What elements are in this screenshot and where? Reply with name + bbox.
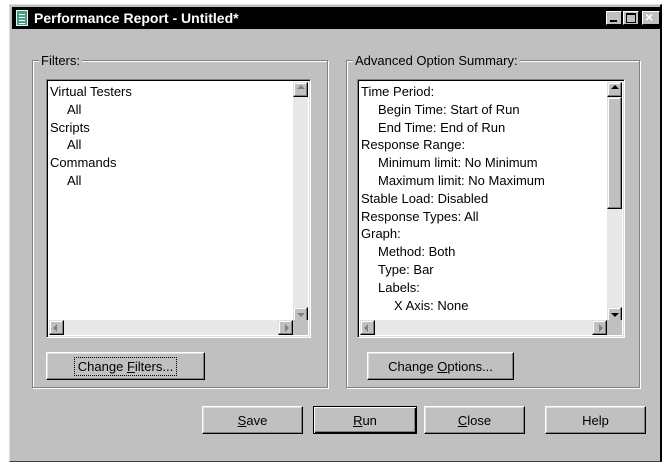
advanced-option-summary-label: Advanced Option Summary:	[353, 53, 520, 68]
scroll-up-icon	[297, 85, 305, 89]
filters-label: Filters:	[39, 53, 82, 68]
save-label: Save	[237, 412, 268, 428]
scroll-up-icon	[611, 85, 619, 89]
list-item: All	[67, 172, 82, 188]
scroll-left-icon	[364, 324, 368, 332]
filters-vertical-scrollbar[interactable]	[293, 82, 308, 322]
run-button[interactable]: Run	[313, 406, 417, 434]
change-filters-label: Change Filters...	[73, 356, 178, 376]
list-item: All	[67, 101, 82, 117]
list-item: Minimum limit: No Minimum	[378, 155, 538, 171]
maximize-button[interactable]	[623, 11, 639, 25]
title-bar[interactable]: Performance Report - Untitled* ×	[12, 7, 660, 29]
filters-scroll-right-button[interactable]	[278, 320, 293, 335]
summary-scroll-thumb[interactable]	[607, 97, 622, 209]
filters-horizontal-scrollbar[interactable]	[49, 320, 293, 335]
filters-listbox[interactable]: Virtual Testers All Scripts All Commands All	[46, 79, 311, 338]
list-item: Virtual Testers	[50, 84, 132, 99]
filters-scroll-corner	[293, 320, 308, 335]
list-item: Maximum limit: No Maximum	[378, 172, 545, 188]
close-icon: ×	[645, 9, 654, 25]
list-item: All	[67, 137, 82, 153]
summary-scroll-right-button[interactable]	[592, 320, 607, 335]
list-item: Graph:	[361, 226, 401, 242]
list-item: End Time: End of Run	[378, 119, 506, 135]
summary-scroll-corner	[607, 320, 622, 335]
list-item: Commands	[50, 155, 117, 171]
minimize-button[interactable]	[606, 11, 622, 25]
list-item: Response Range:	[361, 137, 466, 153]
list-item: Begin Time: Start of Run	[378, 101, 520, 117]
close-button[interactable]: Close	[424, 406, 525, 434]
summary-scroll-up-button[interactable]	[607, 82, 622, 97]
change-options-button[interactable]: Change Options...	[367, 352, 514, 380]
list-item: Method: Both	[378, 244, 456, 260]
change-options-label: Change Options...	[388, 358, 493, 374]
list-item: Response Types: All	[361, 208, 479, 224]
advanced-option-summary-group: Advanced Option Summary: Time Period: Beg…	[346, 53, 640, 388]
filters-scroll-up-button[interactable]	[293, 82, 308, 97]
list-item: Time Period:	[361, 84, 435, 99]
scroll-down-icon	[297, 313, 305, 317]
summary-vertical-scrollbar[interactable]	[607, 82, 622, 322]
filters-scroll-left-button[interactable]	[49, 320, 64, 335]
filters-list: Virtual Testers All Scripts All Commands All	[50, 83, 132, 190]
list-item: Stable Load: Disabled	[361, 190, 489, 206]
window-title: Performance Report - Untitled*	[34, 10, 239, 26]
save-button[interactable]: Save	[202, 406, 303, 434]
summary-list: Time Period: Begin Time: Start of Run End …	[361, 83, 545, 314]
help-label: Help	[582, 412, 609, 428]
close-window-button[interactable]: ×	[642, 9, 660, 25]
filters-group: Filters: Virtual Testers All Scripts All Com…	[32, 53, 328, 388]
list-item: Type: Bar	[378, 261, 434, 277]
list-item: Labels:	[378, 279, 420, 295]
close-label: Close	[457, 412, 492, 428]
run-label: Run	[353, 412, 377, 428]
change-filters-button[interactable]: Change Filters...	[46, 352, 205, 380]
scroll-right-icon	[599, 324, 603, 332]
app-icon[interactable]	[16, 10, 28, 26]
list-item: X Axis: None	[394, 297, 469, 313]
performance-report-window: Performance Report - Untitled* × Filters…	[9, 4, 662, 462]
summary-listbox[interactable]: Time Period: Begin Time: Start of Run End …	[357, 79, 625, 338]
list-item: Scripts	[50, 119, 90, 135]
summary-scroll-left-button[interactable]	[360, 320, 375, 335]
summary-horizontal-scrollbar[interactable]	[360, 320, 607, 335]
scroll-right-icon	[285, 324, 289, 332]
help-button[interactable]: Help	[545, 406, 646, 434]
scroll-left-icon	[53, 324, 57, 332]
scroll-down-icon	[611, 313, 619, 317]
